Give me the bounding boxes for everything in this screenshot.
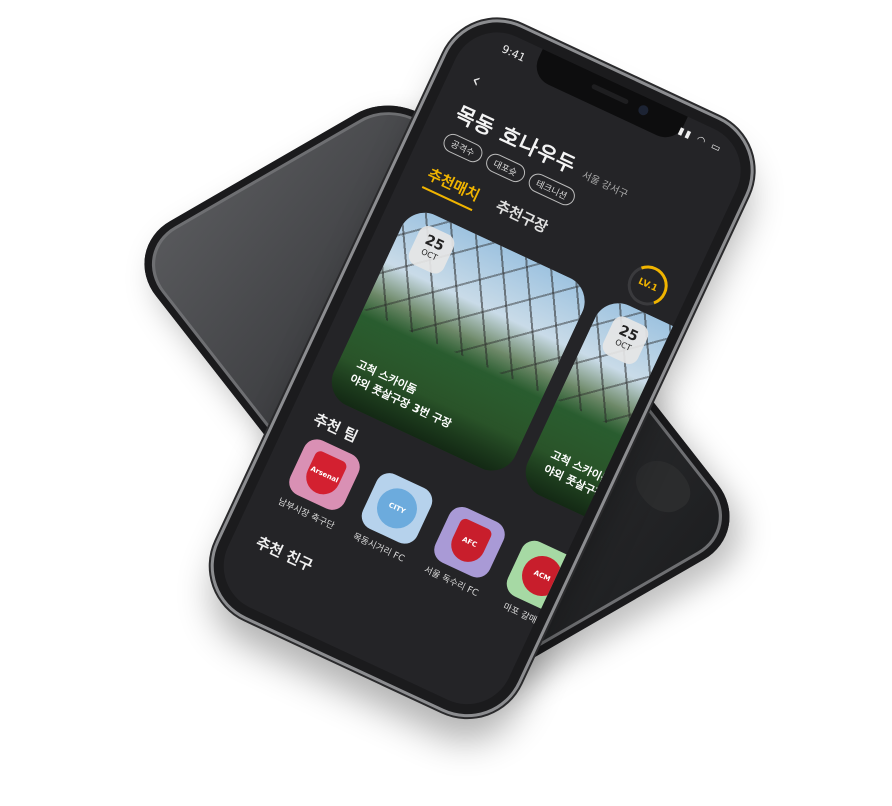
tab-recommended-field[interactable]: 추천구장 [490, 195, 551, 243]
manchester-city-crest-icon: CITY [370, 481, 424, 535]
front-camera-icon [636, 103, 650, 117]
team-item[interactable]: CITY 목동시거리 FC [346, 467, 439, 566]
section-title-friends: 추천 친구 [253, 533, 316, 576]
team-item[interactable]: AFC 서울 독수리 FC [419, 501, 512, 600]
apple-logo-icon [625, 452, 701, 521]
match-venue: 고척 스카이돔 야외 풋살구장 3번 구장 [347, 357, 515, 458]
stadium-roof-image [363, 204, 594, 394]
tab-recommended-match[interactable]: 추천매치 [421, 163, 484, 212]
level-badge[interactable]: LV.1 [621, 258, 675, 313]
back-button[interactable]: ‹ [468, 67, 485, 92]
location-label: 서울 강서구 [579, 169, 630, 201]
bournemouth-crest-icon: AFC [445, 516, 494, 568]
speaker-icon [590, 83, 630, 105]
status-time: 9:41 [499, 42, 528, 65]
signal-wifi-battery-icon: ▮▮ ◠ ▭ [676, 125, 724, 156]
arsenal-crest-icon: Arsenal [300, 449, 349, 500]
team-item[interactable]: Arsenal 남부시장 축구단 [274, 433, 367, 532]
notch [530, 48, 688, 144]
